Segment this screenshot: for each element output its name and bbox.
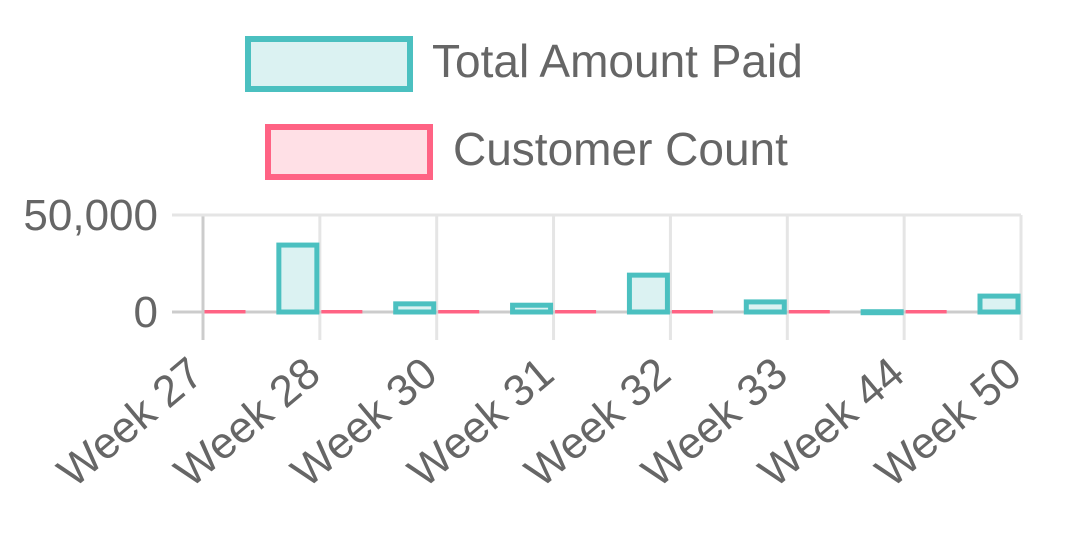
bar-customer-count[interactable] — [671, 310, 713, 314]
bar-customer-count[interactable] — [555, 310, 597, 314]
bar-customer-count[interactable] — [438, 310, 480, 314]
bar-customer-count[interactable] — [204, 310, 246, 314]
legend-label-total-amount-paid: Total Amount Paid — [432, 35, 803, 87]
bar-customer-count[interactable] — [788, 310, 830, 314]
bar-total-amount-paid[interactable] — [626, 272, 670, 315]
x-axis-ticks: Week 27Week 28Week 30Week 31Week 32Week … — [49, 348, 1031, 497]
bar-total-amount-paid[interactable] — [860, 309, 904, 316]
bar-total-amount-paid[interactable] — [743, 299, 787, 315]
legend-label-customer-count: Customer Count — [453, 123, 788, 175]
bar-total-amount-paid[interactable] — [393, 301, 437, 315]
legend: Total Amount Paid Customer Count — [245, 35, 803, 180]
bar-total-amount-paid[interactable] — [977, 293, 1021, 315]
legend-swatch-total-amount-paid — [245, 36, 413, 92]
y-axis-ticks: 0 50,000 — [23, 191, 158, 337]
legend-swatch-customer-count — [265, 124, 433, 180]
bars — [204, 242, 1021, 316]
y-tick-label: 0 — [134, 288, 158, 337]
bar-total-amount-paid[interactable] — [276, 242, 320, 315]
y-tick-label: 50,000 — [23, 191, 158, 240]
bar-chart: Total Amount Paid Customer Count 0 50,000… — [23, 35, 1031, 497]
bar-customer-count[interactable] — [321, 310, 363, 314]
legend-item-total-amount-paid[interactable]: Total Amount Paid — [245, 35, 803, 92]
bar-total-amount-paid[interactable] — [510, 302, 554, 315]
legend-item-customer-count[interactable]: Customer Count — [265, 123, 788, 180]
bar-customer-count[interactable] — [905, 310, 947, 314]
